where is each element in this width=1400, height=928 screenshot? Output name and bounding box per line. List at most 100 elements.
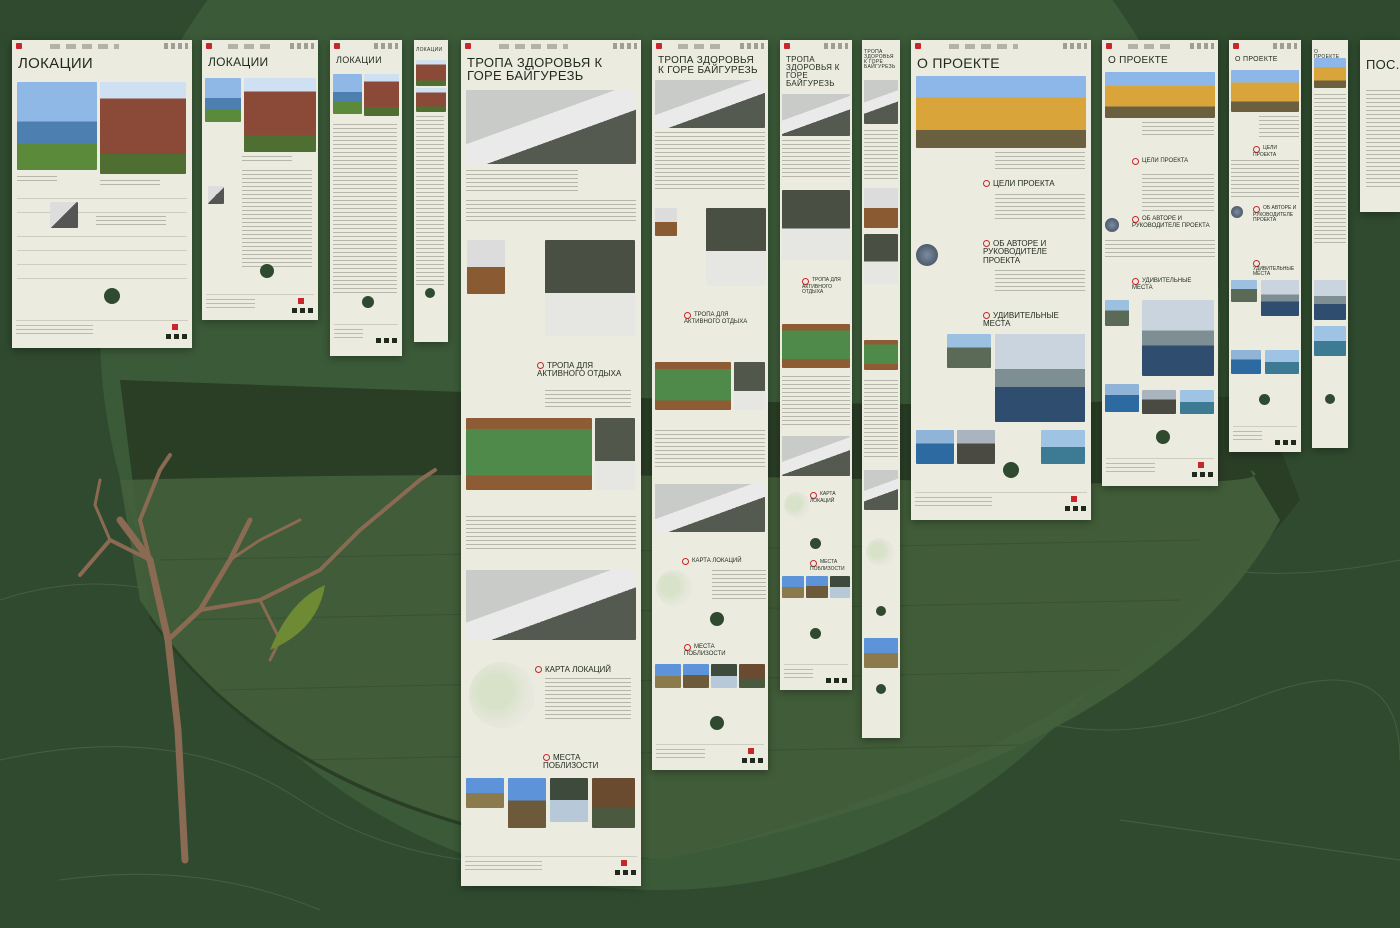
logo-icon[interactable] bbox=[656, 43, 662, 49]
section-title: УДИВИТЕЛЬНЫЕ МЕСТА bbox=[1253, 260, 1299, 278]
screen-posts-partial[interactable]: ПОС... bbox=[1360, 40, 1400, 212]
page-title: ТРОПА ЗДОРОВЬЯ К ГОРЕ БАЙГУРЕЗЬ bbox=[467, 55, 603, 84]
logo-icon[interactable] bbox=[915, 43, 921, 49]
photo-nearby-2 bbox=[683, 664, 709, 688]
locations-map[interactable] bbox=[656, 570, 692, 606]
photo-snowy-hill bbox=[782, 94, 850, 136]
flag-icon bbox=[684, 644, 691, 651]
section-title: ЦЕЛИ ПРОЕКТА bbox=[983, 179, 1083, 188]
photo-lake-mountains bbox=[1261, 280, 1299, 316]
social-icon[interactable] bbox=[1275, 440, 1297, 445]
photo-building bbox=[244, 78, 316, 152]
screen-trail-mobile-large[interactable]: ТРОПА ЗДОРОВЬЯ К ГОРЕ БАЙГУРЕЗЬ ТРОПА ДЛ… bbox=[780, 40, 852, 690]
pin-icon bbox=[983, 240, 990, 247]
more-button[interactable] bbox=[1003, 462, 1019, 478]
more-button[interactable] bbox=[710, 612, 724, 626]
screen-locations-mobile[interactable]: ЛОКАЦИИ bbox=[414, 40, 448, 342]
photo-forest-path bbox=[545, 240, 635, 336]
logo-icon[interactable] bbox=[784, 43, 790, 49]
section-title: МЕСТА ПОБЛИЗОСТИ bbox=[684, 644, 726, 657]
photo-signpost bbox=[864, 188, 898, 228]
photo-nearby-3 bbox=[830, 576, 850, 598]
logo-icon[interactable] bbox=[334, 43, 340, 49]
more-button[interactable] bbox=[260, 264, 274, 278]
social-icon[interactable] bbox=[742, 758, 764, 763]
pin-icon bbox=[682, 558, 689, 565]
screen-about-desktop[interactable]: О ПРОЕКТЕ ЦЕЛИ ПРОЕКТА ОБ АВТОРЕ И РУКОВ… bbox=[911, 40, 1091, 520]
more-button[interactable] bbox=[362, 296, 374, 308]
screen-locations-mobile-large[interactable]: ЛОКАЦИИ bbox=[330, 40, 402, 356]
logo-icon[interactable] bbox=[1106, 43, 1112, 49]
photo-nearby-4 bbox=[592, 778, 635, 828]
more-button[interactable] bbox=[810, 628, 821, 639]
pin-icon bbox=[1132, 278, 1139, 285]
screen-trail-tablet[interactable]: ТРОПА ЗДОРОВЬЯ К ГОРЕ БАЙГУРЕЗЬ ТРОПА ДЛ… bbox=[652, 40, 768, 770]
screen-about-mobile[interactable]: О ПРОЕКТЕ bbox=[1312, 40, 1348, 448]
logo-icon[interactable] bbox=[1233, 43, 1239, 49]
page-title: ТРОПА ЗДОРОВЬЯ К ГОРЕ БАЙГУРЕЗЬ bbox=[864, 49, 896, 71]
photo-lake-mountains bbox=[995, 334, 1085, 422]
more-button[interactable] bbox=[104, 288, 120, 304]
section-title: ТРОПА ДЛЯ АКТИВНОГО ОТДЫХА bbox=[684, 312, 748, 325]
photo-rocks bbox=[957, 430, 995, 464]
photo-nearby-2 bbox=[806, 576, 828, 598]
social-icon[interactable] bbox=[376, 338, 398, 343]
photo-snowy-hill bbox=[655, 80, 765, 128]
photo-river bbox=[1265, 350, 1299, 374]
page-title: ЛОКАЦИИ bbox=[208, 55, 269, 69]
photo-lake bbox=[205, 78, 241, 122]
section-title: ОБ АВТОРЕ И РУКОВОДИТЕЛЕ ПРОЕКТА bbox=[983, 239, 1048, 265]
photo-blue-lake bbox=[1105, 384, 1139, 412]
photo-signpost bbox=[655, 208, 677, 236]
screen-trail-desktop[interactable]: ТРОПА ЗДОРОВЬЯ К ГОРЕ БАЙГУРЕЗЬ ТРОПА ДЛ… bbox=[461, 40, 641, 886]
more-button[interactable] bbox=[1259, 394, 1270, 405]
locations-map[interactable] bbox=[469, 662, 535, 728]
screen-about-tablet[interactable]: О ПРОЕКТЕ ЦЕЛИ ПРОЕКТА ОБ АВТОРЕ И РУКОВ… bbox=[1102, 40, 1218, 486]
logo-icon[interactable] bbox=[16, 43, 22, 49]
photo-lake bbox=[17, 82, 97, 170]
photo-info-board bbox=[782, 324, 850, 368]
screen-locations-desktop[interactable]: ЛОКАЦИИ bbox=[12, 40, 192, 348]
social-icon[interactable] bbox=[1065, 506, 1087, 511]
logo-icon[interactable] bbox=[465, 43, 471, 49]
more-button[interactable] bbox=[1325, 394, 1335, 404]
screen-trail-mobile[interactable]: ТРОПА ЗДОРОВЬЯ К ГОРЕ БАЙГУРЕЗЬ bbox=[862, 40, 900, 738]
more-button[interactable] bbox=[876, 606, 886, 616]
photo-nearby-3 bbox=[550, 778, 588, 822]
section-title: ЦЕЛИ ПРОЕКТА bbox=[1132, 158, 1212, 165]
social-icon[interactable] bbox=[826, 678, 848, 683]
photo-signpost bbox=[467, 240, 505, 294]
section-title: УДИВИТЕЛЬНЫЕ МЕСТА bbox=[983, 311, 1059, 329]
photo-nearby-1 bbox=[864, 638, 898, 668]
screen-locations-tablet[interactable]: ЛОКАЦИИ bbox=[202, 40, 318, 320]
more-button[interactable] bbox=[810, 538, 821, 549]
flag-icon bbox=[1132, 158, 1139, 165]
photo-river bbox=[1314, 326, 1346, 356]
locations-map[interactable] bbox=[866, 538, 894, 566]
more-button[interactable] bbox=[425, 288, 435, 298]
pin-icon bbox=[1132, 216, 1139, 223]
section-title: ТРОПА ДЛЯ АКТИВНОГО ОТДЫХА bbox=[802, 277, 841, 296]
photo-nearby-2 bbox=[508, 778, 546, 828]
more-button[interactable] bbox=[710, 716, 724, 730]
photo-building bbox=[416, 60, 446, 86]
more-button[interactable] bbox=[1156, 430, 1170, 444]
photo-snow-trees bbox=[595, 418, 635, 490]
photo-mountains bbox=[1231, 280, 1257, 302]
logo-icon[interactable] bbox=[206, 43, 212, 49]
photo-snowy-hill-2 bbox=[864, 470, 898, 510]
social-icon[interactable] bbox=[1192, 472, 1214, 477]
social-icon[interactable] bbox=[292, 308, 314, 313]
locations-map[interactable] bbox=[784, 492, 810, 518]
author-avatar bbox=[1231, 206, 1243, 218]
photo-forest-path bbox=[782, 190, 850, 260]
photo-blue-lake bbox=[916, 430, 954, 464]
social-icon[interactable] bbox=[166, 334, 188, 339]
more-button[interactable] bbox=[876, 684, 886, 694]
flag-icon bbox=[983, 180, 990, 187]
page-title: ЛОКАЦИИ bbox=[336, 55, 382, 65]
photo-mountains bbox=[1105, 300, 1129, 326]
social-icon[interactable] bbox=[615, 870, 637, 875]
screen-about-mobile-large[interactable]: О ПРОЕКТЕ ЦЕЛИ ПРОЕКТА ОБ АВТОРЕ И РУКОВ… bbox=[1229, 40, 1301, 452]
pin-icon bbox=[684, 312, 691, 319]
